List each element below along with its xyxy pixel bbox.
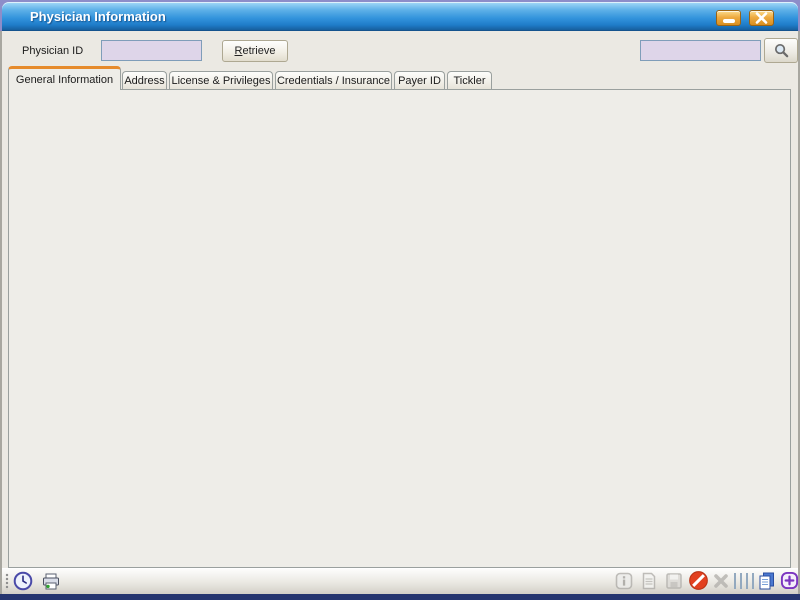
close-button[interactable] [749, 10, 774, 26]
minimize-icon [723, 19, 735, 23]
document-button[interactable] [640, 572, 658, 590]
document-icon [640, 572, 658, 590]
info-icon [615, 572, 633, 590]
cancel-button[interactable] [688, 570, 709, 591]
add-record-icon [780, 571, 799, 590]
tab-license-privileges[interactable]: License & Privileges [169, 71, 273, 90]
retrieve-button[interactable]: Retrieve [222, 40, 288, 62]
clock-icon [13, 571, 33, 591]
physician-id-input[interactable] [101, 40, 202, 61]
tab-general-information[interactable]: General Information [8, 66, 121, 90]
minimize-button[interactable] [716, 10, 741, 26]
copy-button[interactable] [757, 571, 777, 591]
print-icon [41, 572, 61, 592]
delete-button[interactable] [712, 572, 730, 590]
tab-payer-id[interactable]: Payer ID [394, 71, 445, 90]
save-icon [665, 572, 683, 590]
cancel-icon [688, 570, 709, 591]
tab-tickler[interactable]: Tickler [447, 71, 492, 90]
tab-credentials-insurance[interactable]: Credentials / Insurance [275, 71, 392, 90]
delete-icon [712, 572, 730, 590]
quick-search-input[interactable] [640, 40, 761, 61]
save-button[interactable] [665, 572, 683, 590]
print-button[interactable] [41, 572, 61, 592]
window-titlebar: Physician Information [2, 2, 798, 31]
toolbar-separator [734, 573, 756, 589]
tab-address[interactable]: Address [122, 71, 167, 90]
tab-panel-general-information [8, 89, 791, 568]
add-record-button[interactable] [780, 571, 799, 590]
window-title: Physician Information [30, 9, 166, 24]
info-button[interactable] [615, 572, 633, 590]
physician-id-label: Physician ID [22, 45, 83, 57]
search-icon [773, 42, 790, 59]
physician-information-window: Physician Information Physician ID Retri… [0, 0, 800, 600]
close-icon [750, 11, 773, 25]
window-bottom-edge [0, 594, 800, 600]
toolbar-grip[interactable] [5, 573, 9, 590]
clock-button[interactable] [13, 571, 33, 591]
copy-icon [757, 571, 777, 591]
search-button[interactable] [764, 38, 798, 63]
